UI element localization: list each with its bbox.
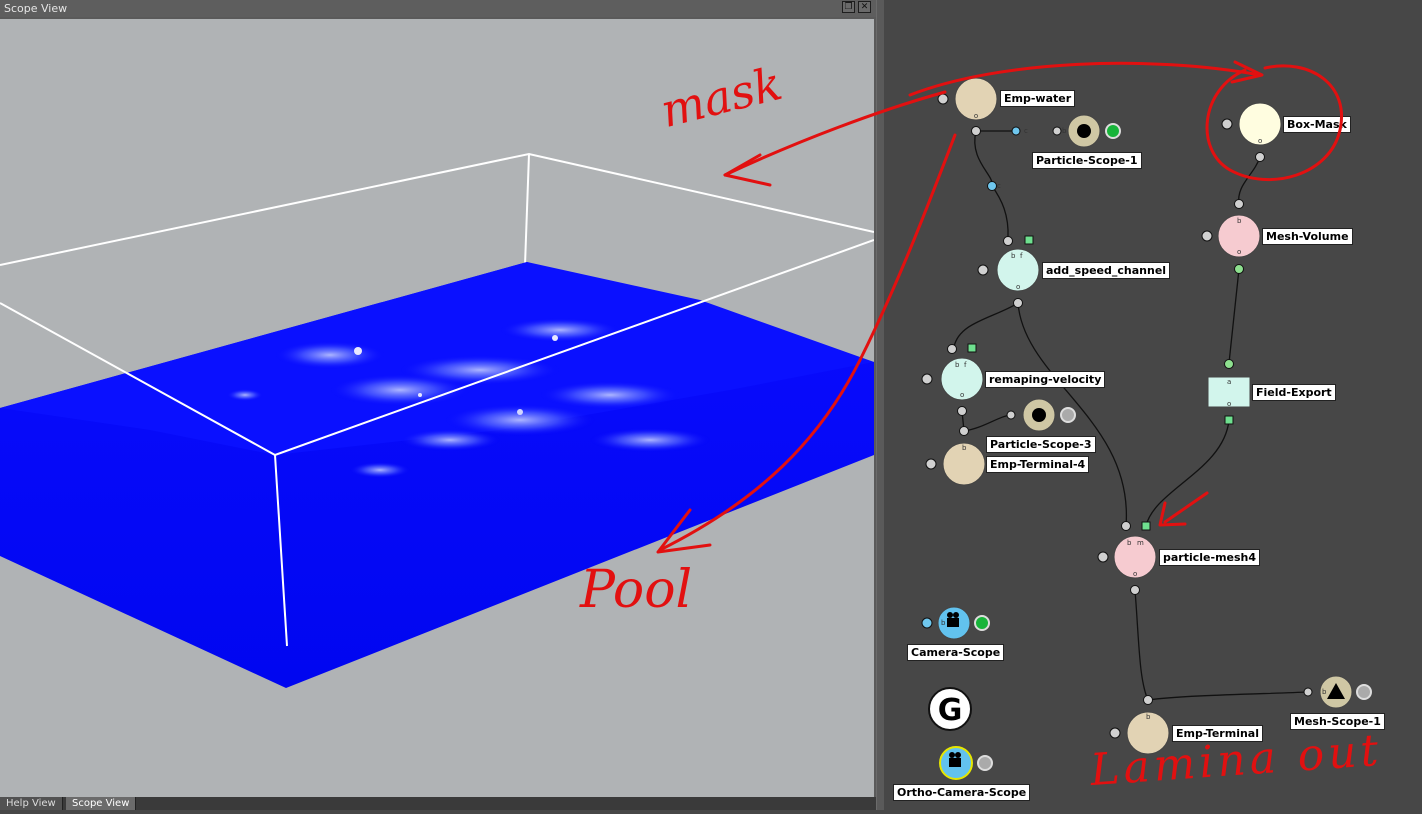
node-field-export xyxy=(1207,359,1251,425)
label-particle-scope-1[interactable]: Particle-Scope-1 xyxy=(1032,152,1142,169)
label-emp-water[interactable]: Emp-water xyxy=(1000,90,1076,107)
label-mesh-volume[interactable]: Mesh-Volume xyxy=(1262,228,1353,245)
svg-text:b: b xyxy=(1062,127,1067,135)
node-mesh-scope-1 xyxy=(1303,675,1372,709)
connection-box-mask-to-mesh-volume xyxy=(1238,156,1261,205)
tab-help-view[interactable]: Help View xyxy=(0,797,63,810)
svg-text:b: b xyxy=(1011,252,1016,260)
svg-text:o: o xyxy=(1133,570,1137,578)
connection-add-speed-to-remaping xyxy=(953,302,1019,348)
svg-text:o: o xyxy=(1237,248,1241,256)
svg-text:o: o xyxy=(960,391,964,399)
scope-view-title: Scope View xyxy=(4,2,68,15)
3d-viewport[interactable] xyxy=(0,19,874,797)
connection-emp-terminal-to-mesh-scope-1 xyxy=(1147,691,1309,701)
svg-text:b: b xyxy=(1127,539,1132,547)
bounding-box-back-edges xyxy=(0,152,874,266)
panel-splitter[interactable] xyxy=(876,0,884,810)
connection-emp-water-to-add-speed xyxy=(974,130,993,186)
node-graph-editor[interactable]: o c b c b f o b f o b o b o a o b m o b … xyxy=(884,0,1422,810)
node-particle-mesh4 xyxy=(1097,521,1157,595)
svg-text:b: b xyxy=(1146,713,1151,721)
node-remaping-velocity xyxy=(921,343,984,416)
connection-mesh-volume-to-field-export xyxy=(1228,268,1240,364)
label-emp-terminal[interactable]: Emp-Terminal xyxy=(1172,725,1263,742)
svg-text:b: b xyxy=(941,619,946,627)
label-particle-scope-3[interactable]: Particle-Scope-3 xyxy=(986,436,1096,453)
label-remaping-velocity[interactable]: remaping-velocity xyxy=(985,371,1106,388)
scope-view-titlebar: Scope View ❐ ✕ xyxy=(0,0,876,17)
node-box-mask xyxy=(1221,102,1282,162)
port-letters: c b c b f o b f o b o b o a o b m o b b … xyxy=(941,127,1327,721)
node-add-speed-channel xyxy=(977,181,1040,308)
svg-text:c: c xyxy=(1024,127,1028,135)
connection-emp-terminal-4-to-particle-scope-3 xyxy=(963,414,1012,432)
node-emp-terminal-4 xyxy=(925,426,986,486)
svg-text:m: m xyxy=(1137,539,1144,547)
node-emp-terminal xyxy=(1109,695,1170,755)
svg-text:b: b xyxy=(1237,217,1242,225)
float-window-icon[interactable]: ❐ xyxy=(842,1,855,13)
view-tab-bar: Help View Scope View xyxy=(0,797,876,810)
tab-scope-view[interactable]: Scope View xyxy=(66,797,137,810)
node-emp-water: o xyxy=(937,77,998,136)
svg-text:b: b xyxy=(1322,688,1327,696)
svg-text:o: o xyxy=(1227,400,1231,408)
node-ortho-camera-scope xyxy=(939,746,993,780)
label-camera-scope[interactable]: Camera-Scope xyxy=(907,644,1005,661)
label-field-export[interactable]: Field-Export xyxy=(1252,384,1336,401)
svg-text:o: o xyxy=(1016,283,1020,291)
label-mesh-scope-1[interactable]: Mesh-Scope-1 xyxy=(1290,713,1385,730)
svg-text:c: c xyxy=(997,182,1001,190)
svg-text:o: o xyxy=(1258,137,1262,145)
label-particle-mesh4[interactable]: particle-mesh4 xyxy=(1159,549,1261,566)
bounding-box-back-vertical xyxy=(524,153,530,266)
global-node-glyph: G xyxy=(938,693,963,728)
label-ortho-camera-scope[interactable]: Ortho-Camera-Scope xyxy=(893,784,1031,801)
connection-particle-mesh-to-emp-terminal xyxy=(1134,589,1149,701)
connection-field-export-to-particle-mesh xyxy=(1145,419,1230,527)
label-emp-terminal-4[interactable]: Emp-Terminal-4 xyxy=(986,456,1090,473)
label-box-mask[interactable]: Box-Mask xyxy=(1283,116,1351,133)
label-add-speed-channel[interactable]: add_speed_channel xyxy=(1042,262,1171,279)
close-icon[interactable]: ✕ xyxy=(858,1,871,13)
node-mesh-volume xyxy=(1201,199,1261,274)
svg-text:b: b xyxy=(962,444,967,452)
scope-view-panel: Scope View ❐ ✕ Help View Scope View xyxy=(0,0,876,810)
port-letter: o xyxy=(974,112,978,120)
node-particle-scope-3 xyxy=(1006,398,1076,432)
node-camera-scope xyxy=(921,606,990,640)
svg-text:a: a xyxy=(1227,378,1231,386)
svg-text:b: b xyxy=(955,361,960,369)
